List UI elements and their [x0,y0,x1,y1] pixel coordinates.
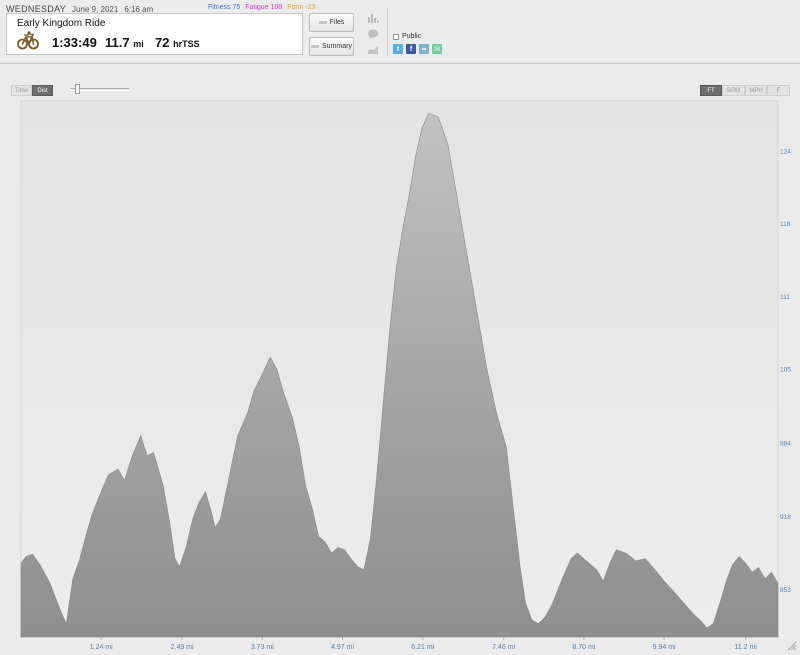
form-value: Form -23 [287,4,316,11]
x-axis-ticks: 1.24 mi 2.49 mi 3.73 mi 4.97 mi 6.21 mi 7.46 … [90,637,757,651]
summary-button-label: Summary [322,43,352,50]
activity-title[interactable]: Early Kingdom Ride [17,18,105,29]
header-divider [387,8,388,56]
analysis-icon[interactable] [367,43,379,55]
distance-unit: mi [133,39,144,49]
elevation-chart[interactable]: 1.24 mi 2.49 mi 3.73 mi 4.97 mi 6.21 mi 7.46 … [0,100,800,655]
fatigue-value: Fatigue 108 [245,4,283,11]
y-tick-label: 105 [780,367,791,374]
duration-stat: 1:33:49 [52,35,97,50]
public-toggle[interactable]: Public [393,33,421,40]
email-icon[interactable]: ✉ [432,44,442,54]
activity-summary-card: Early Kingdom Ride 1:33:49 11.7 mi 72 hr… [6,13,303,55]
comment-icon[interactable] [367,28,379,40]
tss-value: 72 [155,35,170,50]
tss-stat: 72 hrTSS [155,35,200,50]
x-tick-label: 3.73 mi [251,644,274,651]
files-bar-icon [318,21,327,24]
temperature-f-button[interactable]: F [767,85,790,96]
distance-stat: 11.7 mi [105,35,144,50]
x-tick-label: 2.49 mi [171,644,194,651]
x-tick-label: 11.2 mi [734,644,757,651]
heart-rate-bpm-button[interactable]: BPM [722,85,745,96]
time-axis-button[interactable]: Time [11,85,32,96]
elevation-ft-button[interactable]: FT [700,85,722,96]
files-button[interactable]: Files [309,13,354,32]
distance-axis-button[interactable]: Dist [32,85,53,96]
tss-unit: hrTSS [173,39,200,49]
x-tick-label: 4.97 mi [331,644,354,651]
x-tick-label: 6.21 mi [411,644,434,651]
x-tick-label: 9.94 mi [653,644,676,651]
public-checkbox[interactable] [393,33,399,40]
y-tick-label: 124 [780,148,791,155]
facebook-icon[interactable]: f [406,44,416,54]
resize-handle-icon[interactable] [786,628,798,652]
x-tick-label: 7.46 mi [492,644,515,651]
x-tick-label: 1.24 mi [90,644,113,651]
y-axis-ticks: 124 118 111 105 984 918 853 [780,148,791,594]
summary-button[interactable]: Summary [309,37,354,56]
y-tick-label: 111 [780,294,790,301]
y-tick-label: 853 [780,587,791,594]
summary-bar-icon [311,45,320,48]
axis-toggle: Time Dist [11,85,53,96]
fitness-metrics: Fitness 75 Fatigue 108 Form -23 [208,4,319,11]
fitness-value: Fitness 75 [208,4,241,11]
y-tick-label: 118 [780,221,791,228]
x-tick-label: 8.70 mi [572,644,595,651]
bar-chart-icon[interactable] [367,12,379,24]
files-button-label: Files [329,19,345,26]
twitter-icon[interactable]: t [393,44,403,54]
bike-icon [17,31,39,50]
distance-value: 11.7 [105,35,130,50]
activity-header: WEDNESDAY June 9, 2021 6:16 am Fitness 75 … [0,0,800,64]
zoom-slider-handle[interactable] [75,84,80,94]
zoom-slider[interactable] [70,84,129,94]
channel-toggle: FT BPM MPH F [700,85,790,96]
y-tick-label: 918 [780,514,791,521]
speed-mph-button[interactable]: MPH [745,85,767,96]
link-icon[interactable]: ∞ [419,44,429,54]
public-label: Public [402,33,422,40]
y-tick-label: 984 [780,440,791,447]
